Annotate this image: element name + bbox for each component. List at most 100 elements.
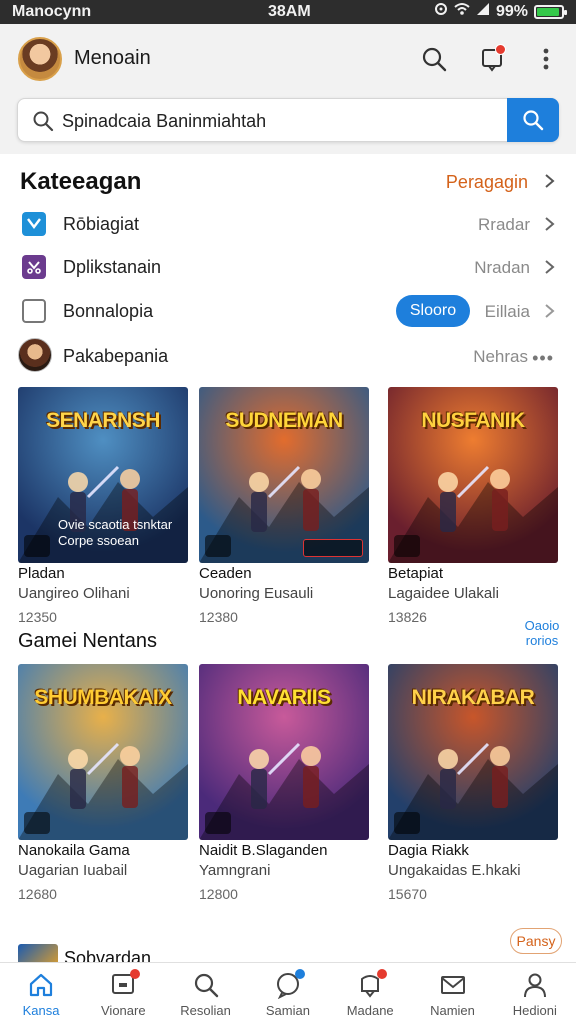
nav-item-samian[interactable]: Samian	[247, 969, 329, 1023]
category-value: Nradan	[474, 258, 530, 277]
rating-badge-icon	[24, 535, 50, 557]
notification-icon	[355, 969, 388, 999]
game-card[interactable]: SENARNSH Ovie scaotia tsnktar Corpe ssoea…	[18, 387, 188, 625]
game-subtitle: Uonoring Eusauli	[199, 585, 314, 602]
game-logo-text: NUSFANIK	[421, 409, 525, 432]
status-bar: Manocynn 38AM 99%	[0, 0, 576, 24]
user-avatar	[18, 338, 52, 372]
category-action-button[interactable]: Slooro	[396, 295, 470, 327]
game-thumbnail[interactable]: NIRAKABAR	[388, 664, 558, 840]
chat-bubble-icon	[273, 969, 305, 1000]
notification-icon[interactable]	[474, 41, 510, 77]
nav-label: Namien	[430, 1003, 475, 1018]
user-icon	[520, 971, 550, 999]
game-card[interactable]: NIRAKABAR Dagia Riakk Ungakaidas E.hkaki 15…	[388, 664, 558, 902]
see-all-link[interactable]: Peragagin	[446, 172, 528, 193]
app-title: Menoain	[74, 47, 151, 69]
empty-checkbox-icon[interactable]	[22, 299, 46, 323]
rating-badge-icon	[205, 535, 231, 557]
game-card[interactable]: NUSFANIK Betapiat Lagaidee Ulakali 13826	[388, 387, 558, 625]
battery-icon	[534, 4, 567, 19]
nav-label: Kansa	[22, 1003, 60, 1018]
game-name: Ceaden	[199, 565, 252, 582]
game-name: Dagia Riakk	[388, 842, 469, 859]
carrier-label: Manocynn	[12, 3, 92, 20]
more-vertical-icon[interactable]	[528, 41, 564, 77]
game-count: 12680	[18, 886, 57, 902]
search-field-icon	[32, 110, 54, 137]
mail-icon	[438, 971, 468, 999]
nav-item-resolian[interactable]: Resolian	[165, 971, 247, 1023]
scissors-icon	[22, 255, 46, 279]
status-icons: 99%	[434, 2, 567, 21]
game-subtitle: Ungakaidas E.hkaki	[388, 862, 521, 879]
game-logo-text: SUDNEMAN	[225, 409, 343, 432]
nav-item-madane[interactable]: Madane	[329, 969, 411, 1023]
chevron-right-icon	[545, 304, 555, 318]
category-row[interactable]: Dplikstanain Nradan	[0, 245, 576, 289]
game-count: 15670	[388, 886, 427, 902]
search-icon[interactable]	[416, 41, 452, 77]
game-logo-text: NIRAKABAR	[411, 686, 535, 709]
category-label: Bonnalopia	[63, 301, 154, 321]
home-icon	[26, 971, 56, 999]
category-value: Eillaia	[484, 302, 530, 321]
category-label: Pakabepania	[63, 346, 169, 366]
wifi-icon	[454, 2, 470, 21]
games-heading: Gamei Nentans	[18, 630, 157, 652]
category-label: Dplikstanain	[63, 257, 162, 277]
nav-item-kansa[interactable]: Kansa	[0, 971, 82, 1023]
nav-label: Samian	[265, 1003, 310, 1018]
game-subtitle: Lagaidee Ulakali	[388, 585, 499, 602]
game-subtitle: Yamngrani	[199, 862, 271, 879]
battery-level-fill	[537, 7, 559, 16]
search-input[interactable]	[62, 109, 502, 133]
chevron-right-icon[interactable]	[542, 174, 556, 188]
nav-label: Resolian	[180, 1003, 231, 1018]
game-logo-text: NAVARIIS	[237, 686, 331, 709]
game-count: 12800	[199, 886, 238, 902]
bottom-navigation: Kansa Vionare Resolian Samian Madane Namien He…	[0, 962, 576, 1024]
search-submit-icon	[523, 110, 544, 131]
category-row[interactable]: Bonnalopia Slooro Eillaia	[0, 289, 576, 333]
nav-badge	[377, 969, 388, 979]
side-more-link[interactable]: Oaoio rorios	[508, 618, 576, 648]
search-bar	[17, 98, 559, 142]
search-icon	[191, 971, 221, 999]
game-card[interactable]: NAVARIIS Naidit B.Slaganden Yamngrani 12800	[199, 664, 369, 902]
search-submit-button[interactable]	[507, 98, 559, 142]
game-count: 13826	[388, 609, 427, 625]
check-square-icon	[22, 212, 46, 236]
game-name: Naidit B.Slaganden	[199, 842, 328, 859]
game-thumbnail[interactable]: NUSFANIK	[388, 387, 558, 563]
rating-badge-icon	[394, 812, 420, 834]
category-row[interactable]: Pakabepania Nehras •••	[0, 334, 576, 378]
game-thumbnail[interactable]: NAVARIIS	[199, 664, 369, 840]
notification-badge	[495, 44, 506, 55]
chat-box-icon	[108, 969, 141, 999]
game-logo-text: SENARNSH	[46, 409, 160, 432]
rating-badge-icon	[24, 812, 50, 834]
nav-item-vionare[interactable]: Vionare	[82, 969, 164, 1023]
categories-title: Kateeagan	[20, 168, 142, 195]
nav-badge	[130, 969, 141, 979]
profile-avatar[interactable]	[18, 37, 62, 81]
chevron-right-icon	[545, 217, 555, 231]
game-thumbnail[interactable]: SUDNEMAN	[199, 387, 369, 563]
alarm-icon	[434, 2, 448, 21]
game-name: Betapiat	[388, 565, 444, 582]
more-horizontal-icon[interactable]: •••	[532, 348, 554, 369]
nav-item-hedioni[interactable]: Hedioni	[494, 971, 576, 1023]
game-card[interactable]: SUDNEMAN Ceaden Uonoring Eusauli 12380	[199, 387, 369, 625]
promo-tag	[303, 539, 363, 557]
nav-item-namien[interactable]: Namien	[412, 971, 494, 1023]
game-thumbnail[interactable]: SENARNSH Ovie scaotia tsnktar Corpe ssoea…	[18, 387, 188, 563]
game-thumbnail[interactable]: SHUMBAKAIX	[18, 664, 188, 840]
game-count: 12380	[199, 609, 238, 625]
category-row[interactable]: Rōbiagiat Rradar	[0, 202, 576, 246]
game-name: Pladan	[18, 565, 65, 582]
peek-pill-button[interactable]: Pansy	[510, 928, 562, 954]
nav-label: Hedioni	[512, 1003, 557, 1018]
game-card[interactable]: SHUMBAKAIX Nanokaila Gama Uagarian Iuabail…	[18, 664, 188, 902]
game-subtitle: Uangireo Olihani	[18, 585, 130, 602]
